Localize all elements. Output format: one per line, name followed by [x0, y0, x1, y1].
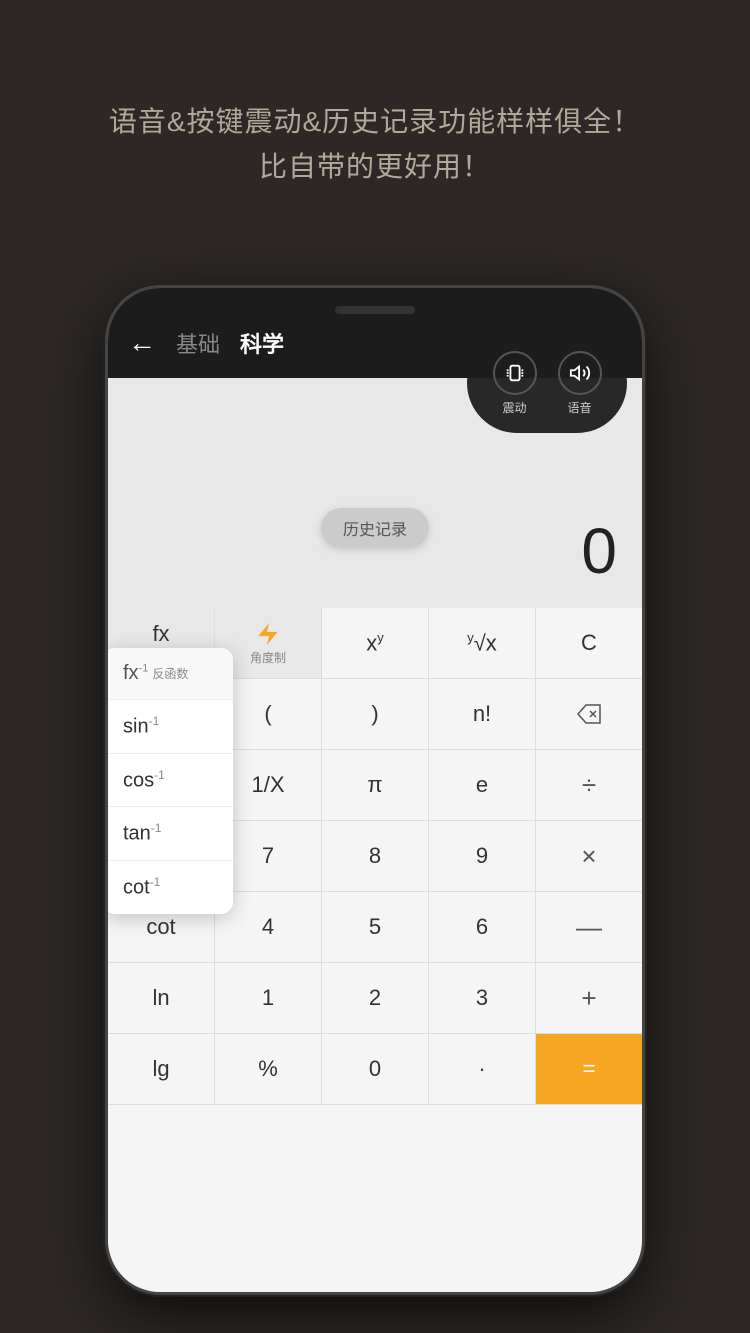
key-dot[interactable]: ·: [429, 1034, 536, 1104]
key-1[interactable]: 1: [215, 963, 322, 1033]
tab-science[interactable]: 科学: [240, 327, 284, 359]
key-reciprocal-label: 1/X: [251, 772, 284, 798]
key-6[interactable]: 6: [429, 892, 536, 962]
voice-item[interactable]: 语音: [558, 351, 602, 416]
key-clear[interactable]: C: [536, 608, 642, 678]
flyout-tan-inv[interactable]: tan-1: [108, 807, 233, 861]
key-rparen-label: ): [371, 701, 378, 727]
key-3[interactable]: 3: [429, 963, 536, 1033]
key-cot-label: cot: [146, 914, 175, 940]
key-ln[interactable]: ln: [108, 963, 215, 1033]
voice-icon: [558, 351, 602, 395]
key-equals[interactable]: =: [536, 1034, 642, 1104]
voice-label: 语音: [567, 399, 591, 416]
key-add-label: +: [581, 983, 596, 1014]
key-divide[interactable]: ÷: [536, 750, 642, 820]
key-multiply[interactable]: ×: [536, 821, 642, 891]
key-clear-label: C: [581, 630, 597, 656]
key-lparen-label: (: [264, 701, 271, 727]
key-7-label: 7: [262, 843, 274, 869]
key-ln-label: ln: [152, 985, 169, 1011]
key-2-label: 2: [369, 985, 381, 1011]
key-multiply-label: ×: [581, 841, 596, 872]
key-6-label: 6: [476, 914, 488, 940]
key-lg[interactable]: lg: [108, 1034, 215, 1104]
key-pow[interactable]: xy: [322, 608, 429, 678]
key-9[interactable]: 9: [429, 821, 536, 891]
flyout-header-label: fx-1: [123, 662, 148, 685]
key-5-label: 5: [369, 914, 381, 940]
key-subtract[interactable]: —: [536, 892, 642, 962]
key-8-label: 8: [369, 843, 381, 869]
key-backspace[interactable]: [536, 679, 642, 749]
key-root-label: y√x: [467, 630, 497, 656]
header-line2: 比自带的更好用！: [0, 145, 750, 190]
key-rparen[interactable]: ): [322, 679, 429, 749]
header-text: 语音&按键震动&历史记录功能样样俱全！ 比自带的更好用！: [0, 100, 750, 190]
angle-icon: [255, 621, 281, 647]
history-button[interactable]: 历史记录: [321, 508, 429, 548]
keypad-row-6: ln 1 2 3 +: [108, 963, 642, 1034]
phone-frame: ← 基础 科学: [105, 285, 645, 1295]
key-2[interactable]: 2: [322, 963, 429, 1033]
key-euler[interactable]: e: [429, 750, 536, 820]
vibrate-label: 震动: [502, 399, 526, 416]
key-3-label: 3: [476, 985, 488, 1011]
vibrate-icon: [493, 351, 537, 395]
key-0-label: 0: [369, 1056, 381, 1082]
backspace-icon: [576, 703, 602, 725]
key-lg-label: lg: [152, 1056, 169, 1082]
tab-basic[interactable]: 基础: [176, 327, 220, 359]
flyout-menu: fx-1 反函数 sin-1 cos-1 tan-1 cot-1: [108, 648, 233, 914]
keypad-row-7: lg % 0 · =: [108, 1034, 642, 1105]
flyout-header: fx-1 反函数: [108, 648, 233, 700]
flyout-sin-inv[interactable]: sin-1: [108, 700, 233, 754]
key-divide-label: ÷: [582, 770, 596, 801]
back-button[interactable]: ←: [128, 327, 156, 359]
key-dot-label: ·: [478, 1056, 485, 1082]
key-factorial-label: n!: [473, 701, 491, 727]
popup-menu: 震动 语音: [467, 333, 627, 433]
key-equals-label: =: [583, 1056, 596, 1082]
key-percent-label: %: [258, 1056, 278, 1082]
key-pow-label: xy: [366, 630, 384, 656]
key-factorial[interactable]: n!: [429, 679, 536, 749]
key-pi-label: π: [367, 772, 382, 798]
key-0[interactable]: 0: [322, 1034, 429, 1104]
key-subtract-label: —: [576, 912, 602, 943]
flyout-cos-inv[interactable]: cos-1: [108, 754, 233, 808]
phone-inner: ← 基础 科学: [108, 288, 642, 1292]
key-1-label: 1: [262, 985, 274, 1011]
header-line1: 语音&按键震动&历史记录功能样样俱全！: [0, 100, 750, 145]
key-add[interactable]: +: [536, 963, 642, 1033]
flyout-cot-inv[interactable]: cot-1: [108, 861, 233, 914]
key-euler-label: e: [476, 772, 488, 798]
key-root[interactable]: y√x: [429, 608, 536, 678]
key-9-label: 9: [476, 843, 488, 869]
key-angle-sub: 角度制: [250, 649, 286, 666]
flyout-header-sub: 反函数: [152, 665, 188, 682]
key-8[interactable]: 8: [322, 821, 429, 891]
display-value: 0: [581, 514, 617, 588]
key-4-label: 4: [262, 914, 274, 940]
key-fx-label: fx: [152, 621, 169, 647]
key-percent[interactable]: %: [215, 1034, 322, 1104]
mode-tabs: 基础 科学: [176, 327, 284, 359]
phone-speaker: [335, 306, 415, 314]
key-pi[interactable]: π: [322, 750, 429, 820]
vibrate-item[interactable]: 震动: [493, 351, 537, 416]
key-5[interactable]: 5: [322, 892, 429, 962]
